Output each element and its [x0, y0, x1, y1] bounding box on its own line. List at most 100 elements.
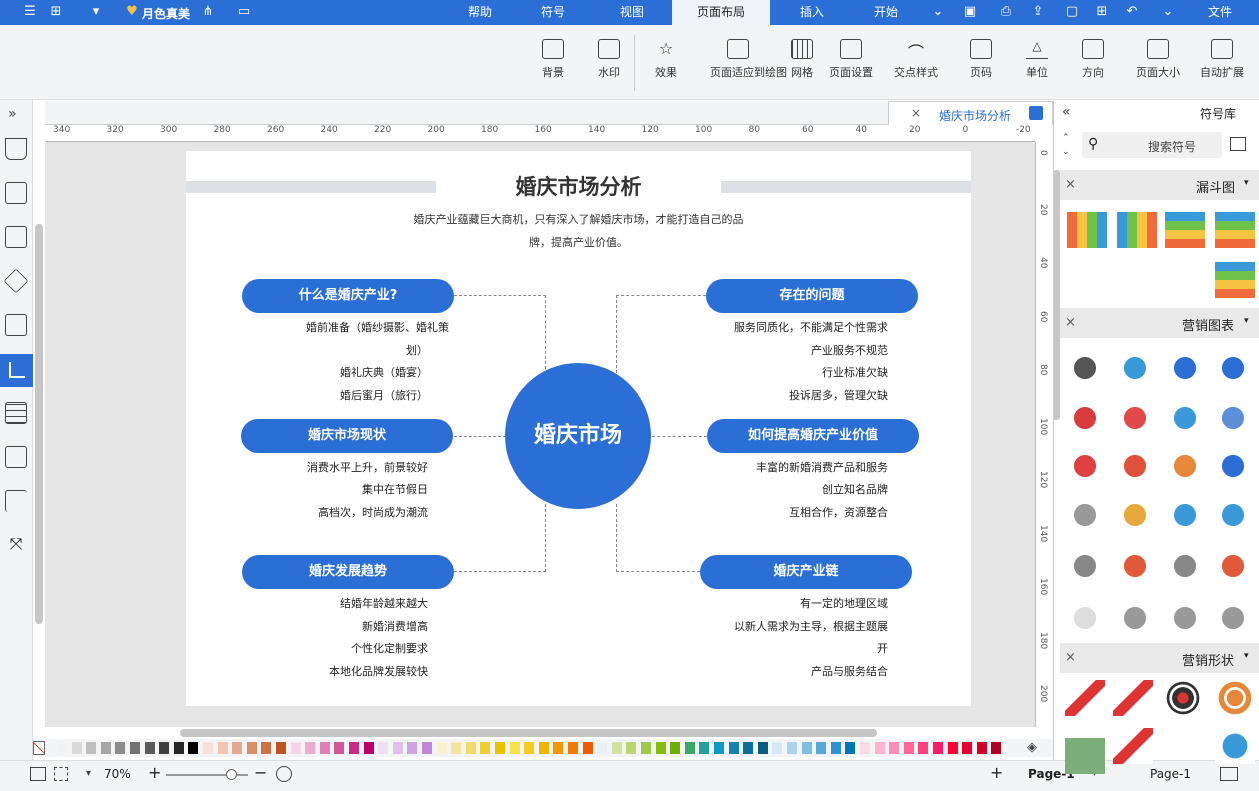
color-swatch[interactable] [436, 742, 447, 754]
intersection-style-button[interactable]: ⌒ 交点样式 [890, 39, 942, 80]
color-swatch[interactable] [261, 742, 272, 754]
color-swatch[interactable] [319, 742, 330, 754]
tab-start[interactable]: 开始 [866, 0, 906, 25]
color-swatch[interactable] [71, 742, 82, 754]
color-swatch[interactable] [655, 742, 666, 754]
tab-insert[interactable]: 插入 [792, 0, 832, 25]
color-swatch[interactable] [845, 742, 856, 754]
left-node-title-1[interactable]: 什么是婚庆产业? [242, 279, 454, 313]
search-icon[interactable]: ⚲ [1088, 136, 1098, 152]
color-swatch[interactable] [611, 742, 622, 754]
arrow-symbol[interactable] [1113, 728, 1153, 764]
marketing-chart-symbol[interactable] [1165, 497, 1205, 533]
zoom-in-icon[interactable]: + [148, 763, 161, 782]
color-swatch[interactable] [465, 742, 476, 754]
marketing-chart-symbol[interactable] [1115, 497, 1155, 533]
diagram-subtitle-2[interactable]: 牌，提高产业价值。 [366, 234, 791, 250]
page-setup-button[interactable]: 页面设置 [825, 39, 877, 80]
color-swatch[interactable] [582, 742, 593, 754]
color-swatch[interactable] [173, 742, 184, 754]
color-swatch[interactable] [509, 742, 520, 754]
play-icon[interactable] [276, 766, 292, 782]
dart-symbol[interactable] [1113, 680, 1153, 716]
color-swatch[interactable] [626, 742, 637, 754]
funnel-symbol[interactable] [1215, 212, 1255, 248]
color-swatch[interactable] [860, 742, 870, 754]
color-swatch[interactable] [378, 742, 389, 754]
color-swatch[interactable] [276, 742, 286, 754]
marketing-chart-symbol[interactable] [1213, 497, 1253, 533]
marketing-chart-symbol[interactable] [1065, 600, 1105, 636]
color-swatch[interactable] [933, 742, 943, 754]
marketing-chart-symbol[interactable] [1165, 350, 1205, 386]
section-marketing-charts[interactable]: × 营销图表 ▾ [1060, 308, 1259, 338]
zoom-slider-thumb[interactable] [226, 769, 237, 780]
funnel-symbol[interactable] [1067, 212, 1107, 248]
color-swatch[interactable] [495, 742, 505, 754]
color-swatch[interactable] [553, 742, 564, 754]
color-swatch[interactable] [918, 742, 929, 754]
color-swatch[interactable] [728, 742, 739, 754]
orientation-button[interactable]: 方向 [1067, 39, 1119, 80]
tab-page-layout[interactable]: 页面布局 [672, 0, 770, 25]
library-scrollbar[interactable] [1053, 170, 1060, 420]
color-swatch[interactable] [246, 742, 257, 754]
color-picker-icon[interactable]: ◈ [1027, 740, 1037, 755]
horizontal-scrollbar[interactable] [180, 729, 877, 737]
marketing-chart-symbol[interactable] [1213, 350, 1253, 386]
auto-extend-button[interactable]: 自动扩展 [1196, 39, 1248, 80]
color-swatch[interactable] [144, 742, 155, 754]
color-swatch[interactable] [597, 742, 608, 754]
color-swatch[interactable] [217, 742, 228, 754]
gantt-icon[interactable] [5, 490, 27, 512]
right-node-title-3[interactable]: 婚庆产业链 [700, 555, 912, 589]
color-swatch[interactable] [874, 742, 885, 754]
effect-button[interactable]: ☆ 效果 [640, 39, 692, 80]
vertical-scrollbar[interactable] [35, 224, 43, 624]
export-icon[interactable]: ⇪ [1030, 4, 1046, 20]
collapse-icon[interactable]: « [1062, 104, 1071, 120]
color-swatch[interactable] [641, 742, 651, 754]
target-symbol[interactable] [1163, 680, 1203, 716]
tab-view[interactable]: 视图 [612, 0, 652, 25]
menu-icon[interactable]: ☰ [22, 4, 38, 20]
panel-toggle-icon[interactable] [1220, 767, 1238, 781]
color-swatch[interactable] [130, 742, 140, 754]
no-color-swatch[interactable] [33, 741, 45, 755]
color-swatch[interactable] [962, 742, 973, 754]
expand-icon[interactable]: » [8, 106, 17, 122]
diagram-subtitle-1[interactable]: 婚庆产业蕴藏巨大商机，只有深入了解婚庆市场，才能打造自己的品 [366, 211, 791, 227]
fullscreen-icon[interactable] [54, 767, 68, 781]
share-icon[interactable]: ⋔ [200, 4, 216, 20]
fill-icon[interactable] [5, 138, 27, 160]
chevron-down-icon[interactable]: ⌄ [930, 4, 946, 20]
color-swatch[interactable] [86, 742, 97, 754]
color-swatch[interactable] [816, 742, 827, 754]
color-swatch[interactable] [976, 742, 987, 754]
diagram-title[interactable]: 婚庆市场分析 [466, 171, 691, 201]
page-number-button[interactable]: 页码 [955, 39, 1007, 80]
color-swatch[interactable] [743, 742, 754, 754]
page-icon[interactable] [5, 314, 27, 336]
money-symbol[interactable] [1065, 738, 1105, 774]
fit-to-drawing-button[interactable]: 页面适应到绘图 [710, 39, 787, 80]
chevron-up-icon[interactable]: ⌃ [1062, 133, 1070, 143]
print-icon[interactable]: ⎙ [998, 4, 1014, 20]
table-icon[interactable] [5, 402, 27, 424]
color-swatch[interactable] [422, 742, 432, 754]
funnel-symbol[interactable] [1165, 212, 1205, 248]
color-swatch[interactable] [801, 742, 812, 754]
page-selector[interactable]: Page-1 [1150, 767, 1191, 781]
marketing-chart-symbol[interactable] [1065, 350, 1105, 386]
search-box[interactable]: ⚲ 搜索符号 [1082, 132, 1222, 158]
color-swatch[interactable] [451, 742, 462, 754]
zoom-out-icon[interactable]: − [254, 763, 267, 782]
user-name[interactable]: 月色真美 [142, 5, 190, 22]
search-input[interactable]: 搜索符号 [1148, 138, 1196, 155]
color-swatch[interactable] [524, 742, 535, 754]
marketing-chart-symbol[interactable] [1165, 548, 1205, 584]
marketing-chart-symbol[interactable] [1165, 448, 1205, 484]
save-icon[interactable]: ▢ [1064, 4, 1080, 20]
marketing-chart-symbol[interactable] [1165, 400, 1205, 436]
color-swatch[interactable] [334, 742, 345, 754]
